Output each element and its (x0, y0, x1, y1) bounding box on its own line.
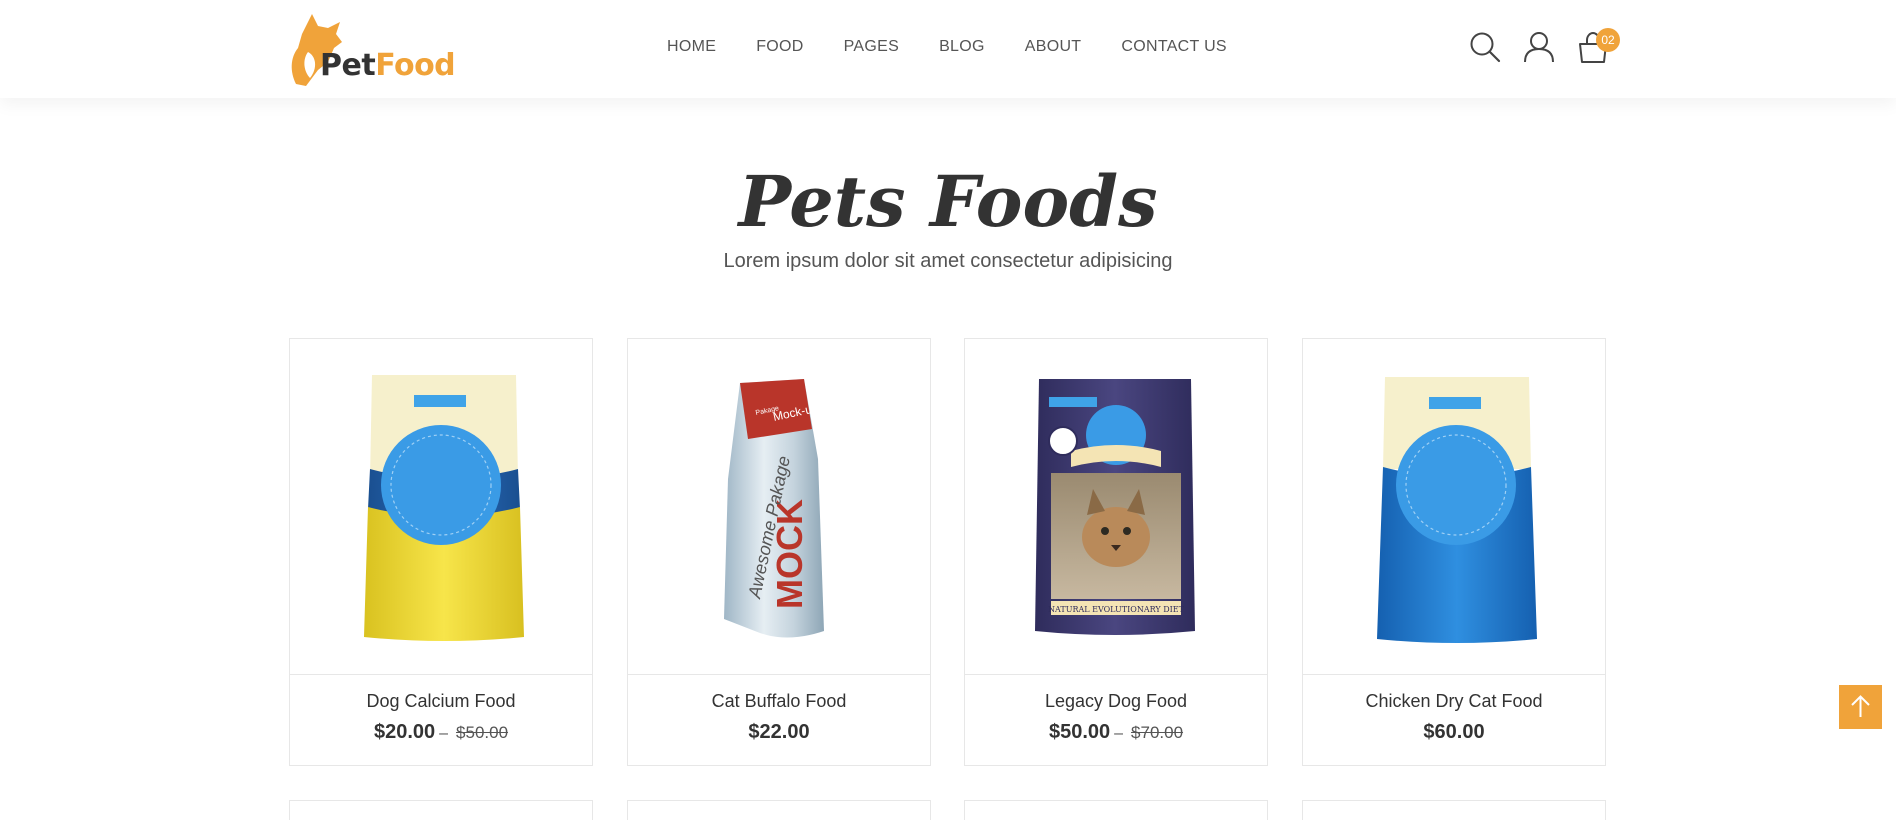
search-icon (1470, 32, 1501, 63)
product-card-next-row[interactable] (1302, 800, 1606, 820)
product-card[interactable]: Mock-up Pakage MOCK Awesome Pakage Cat B… (627, 338, 931, 766)
product-card[interactable]: Dog Calcium Food $20.00– $50.00 (289, 338, 593, 766)
site-header: PetFood HOME FOOD PAGES BLOG ABOUT CONTA… (0, 0, 1896, 98)
product-price: $20.00– $50.00 (290, 721, 592, 744)
nav-food[interactable]: FOOD (756, 38, 803, 56)
old-price: $70.00 (1131, 723, 1184, 742)
product-image[interactable] (290, 339, 592, 675)
blue-food-bag-image (1377, 377, 1537, 643)
current-price: $60.00 (1423, 721, 1485, 743)
product-name[interactable]: Cat Buffalo Food (628, 691, 930, 712)
price-separator: – (1114, 725, 1124, 742)
product-name[interactable]: Dog Calcium Food (290, 691, 592, 712)
account-button[interactable] (1522, 30, 1556, 64)
arrow-up-icon (1851, 695, 1870, 717)
old-price: $50.00 (456, 723, 509, 742)
section-title: Pets Foods (738, 160, 1158, 243)
nav-contact-us[interactable]: CONTACT US (1121, 38, 1227, 56)
product-card-next-row[interactable] (627, 800, 931, 820)
product-image[interactable] (1303, 339, 1605, 675)
nav-about[interactable]: ABOUT (1025, 38, 1082, 56)
logo-pet-text: Pet (320, 48, 376, 83)
product-price: $60.00 (1303, 721, 1605, 744)
cart-count-badge: 02 (1596, 28, 1620, 52)
nav-blog[interactable]: BLOG (939, 38, 985, 56)
current-price: $20.00 (373, 721, 436, 743)
product-card-next-row[interactable] (964, 800, 1268, 820)
search-button[interactable] (1468, 30, 1502, 64)
product-image[interactable]: Mock-up Pakage MOCK Awesome Pakage (628, 339, 930, 675)
product-price: $22.00 (628, 721, 930, 744)
yellow-food-bag-image (364, 375, 524, 641)
logo-wordmark: PetFood (320, 48, 456, 83)
product-name[interactable]: Legacy Dog Food (965, 691, 1267, 712)
logo-food-text: Food (375, 48, 456, 83)
section-subtitle: Lorem ipsum dolor sit amet consectetur a… (723, 250, 1173, 272)
mock-food-bag-image: Mock-up Pakage MOCK Awesome Pakage (724, 379, 824, 638)
back-to-top-button[interactable] (1839, 685, 1882, 729)
nav-home[interactable]: HOME (667, 38, 716, 56)
user-icon (1524, 32, 1554, 63)
nav-pages[interactable]: PAGES (844, 38, 899, 56)
cart-button[interactable]: 02 (1576, 28, 1620, 64)
product-image[interactable]: NATURAL EVOLUTIONARY DIET (965, 339, 1267, 675)
petfood-logo[interactable]: PetFood (288, 12, 464, 88)
current-price: $50.00 (1048, 721, 1111, 743)
product-card-next-row[interactable] (289, 800, 593, 820)
price-separator: – (439, 725, 449, 742)
product-name[interactable]: Chicken Dry Cat Food (1303, 691, 1605, 712)
current-price: $22.00 (748, 721, 810, 743)
header-actions: 02 (1468, 28, 1630, 64)
product-card[interactable]: NATURAL EVOLUTIONARY DIET Legacy Dog Foo… (964, 338, 1268, 766)
lynx-food-bag-image: NATURAL EVOLUTIONARY DIET (1035, 379, 1195, 635)
product-price: $50.00– $70.00 (965, 721, 1267, 744)
main-nav: HOME FOOD PAGES BLOG ABOUT CONTACT US (667, 38, 1267, 56)
bag-caption: NATURAL EVOLUTIONARY DIET (1048, 605, 1185, 614)
product-card[interactable]: Chicken Dry Cat Food $60.00 (1302, 338, 1606, 766)
